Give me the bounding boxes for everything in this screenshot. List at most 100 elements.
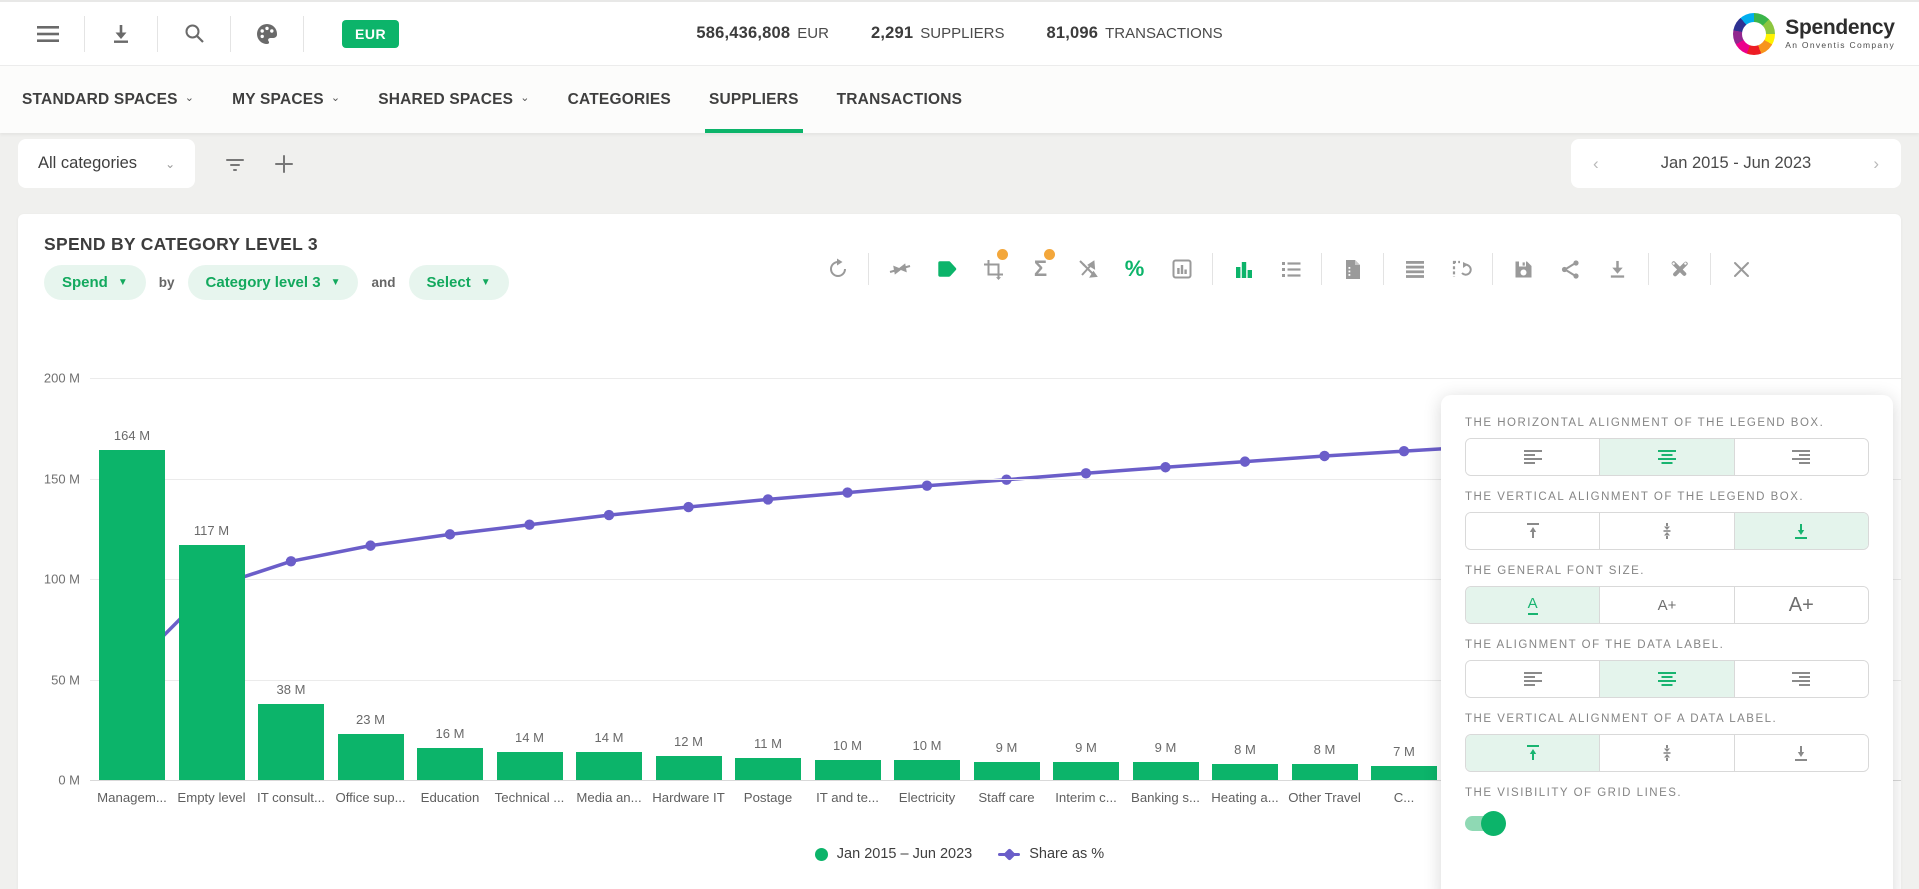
tools-icon [1669,259,1690,280]
search-button[interactable] [170,12,218,56]
bar-value-label: 16 M [405,726,495,741]
split-button[interactable] [1064,248,1111,290]
divider [1212,253,1213,285]
line-point[interactable] [1319,451,1329,461]
prev-period-button[interactable]: ‹ [1585,150,1607,178]
combine-button[interactable] [876,248,923,290]
dimension-dropdown[interactable]: Category level 3▼ [188,265,359,300]
bar[interactable] [258,704,324,780]
bar[interactable] [1292,764,1358,780]
bar[interactable] [179,545,245,780]
tag-button[interactable] [923,248,970,290]
bar[interactable] [815,760,881,780]
pivot-button[interactable] [1438,248,1485,290]
bar-chart-view-button[interactable] [1220,248,1267,290]
line-point[interactable] [445,529,455,539]
sum-button[interactable]: Σ [1017,248,1064,290]
line-point[interactable] [1399,446,1409,456]
font-size-medium-button[interactable]: A+ [1599,587,1733,623]
list-view-button[interactable] [1267,248,1314,290]
legend-valign-bottom-button[interactable] [1734,513,1868,549]
line-point[interactable] [1160,462,1170,472]
data-label-halign-center-button[interactable] [1599,661,1733,697]
bar[interactable] [894,760,960,780]
legend-valign-middle-button[interactable] [1599,513,1733,549]
save-button[interactable] [1500,248,1547,290]
bar[interactable] [735,758,801,780]
data-label-valign-top-button[interactable] [1466,735,1599,771]
tab-suppliers[interactable]: SUPPLIERS [709,66,799,133]
bar[interactable] [974,762,1040,780]
line-point[interactable] [922,481,932,491]
line-point[interactable] [842,487,852,497]
legend-halign-left-button[interactable] [1466,439,1599,475]
data-label-halign-left-button[interactable] [1466,661,1599,697]
customize-button[interactable] [1656,248,1703,290]
notification-dot [1044,249,1055,260]
currency-badge[interactable]: EUR [342,20,399,48]
legend-item-share[interactable]: Share as % [998,846,1104,862]
tab-shared-spaces[interactable]: SHARED SPACES⌄ [378,66,529,133]
chart-frame-button[interactable] [1158,248,1205,290]
line-point[interactable] [683,502,693,512]
bar[interactable] [1053,762,1119,780]
menu-button[interactable] [24,12,72,56]
data-label-valign-middle-button[interactable] [1599,735,1733,771]
bar[interactable] [338,734,404,780]
line-point[interactable] [1081,468,1091,478]
download-report-button[interactable] [97,12,145,56]
line-point[interactable] [763,494,773,504]
line-point[interactable] [286,556,296,566]
data-label-halign-right-button[interactable] [1734,661,1868,697]
crop-button[interactable] [970,248,1017,290]
rows-button[interactable] [1391,248,1438,290]
measure-dropdown[interactable]: Spend▼ [44,265,146,300]
green-circle-marker [815,848,828,861]
chevron-down-icon: ⌄ [520,91,529,104]
percent-button[interactable]: % [1111,248,1158,290]
report-button[interactable] [1329,248,1376,290]
bar[interactable] [656,756,722,780]
legend-valign-top-button[interactable] [1466,513,1599,549]
line-point[interactable] [1001,475,1011,485]
align-top-icon [1525,745,1541,761]
export-button[interactable] [1594,248,1641,290]
tab-standard-spaces[interactable]: STANDARD SPACES⌄ [22,66,194,133]
line-point[interactable] [604,510,614,520]
line-point[interactable] [524,520,534,530]
bar[interactable] [576,752,642,780]
legend-halign-center-button[interactable] [1599,439,1733,475]
bar[interactable] [417,748,483,780]
font-size-large-button[interactable]: A+ [1734,587,1868,623]
data-label-valign-bottom-button[interactable] [1734,735,1868,771]
bar[interactable] [1371,766,1437,780]
category-filter-dropdown[interactable]: All categories ⌄ [18,139,195,188]
divider [1383,253,1384,285]
add-filter-button[interactable] [275,155,293,173]
bar-value-label: 9 M [1121,740,1211,755]
share-button[interactable] [1547,248,1594,290]
line-point[interactable] [1240,456,1250,466]
line-point[interactable] [365,540,375,550]
close-button[interactable] [1718,248,1765,290]
bar[interactable] [1212,764,1278,780]
theme-button[interactable] [243,12,291,56]
chevron-down-icon: ⌄ [185,91,194,104]
tab-categories[interactable]: CATEGORIES [568,66,671,133]
bar[interactable] [497,752,563,780]
bar[interactable] [99,450,165,780]
tab-transactions[interactable]: TRANSACTIONS [837,66,963,133]
bar[interactable] [1133,762,1199,780]
pivot-icon [1451,259,1473,279]
next-period-button[interactable]: › [1865,150,1887,178]
font-size-small-button[interactable]: A [1466,587,1599,623]
bar-category-label: Managem... [86,790,178,805]
secondary-dimension-dropdown[interactable]: Select▼ [409,265,509,300]
tab-my-spaces[interactable]: MY SPACES⌄ [232,66,340,133]
legend-item-period[interactable]: Jan 2015 – Jun 2023 [815,846,972,862]
grid-lines-toggle[interactable] [1465,816,1503,831]
filter-button[interactable] [225,156,245,172]
refresh-button[interactable] [814,248,861,290]
align-middle-icon [1659,745,1675,761]
legend-halign-right-button[interactable] [1734,439,1868,475]
